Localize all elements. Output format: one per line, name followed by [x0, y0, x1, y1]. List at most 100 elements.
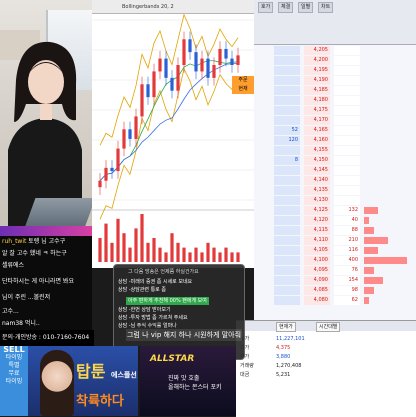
- tab-trade[interactable]: 체결: [278, 2, 294, 13]
- volume-bar: [170, 233, 174, 262]
- order-book-row[interactable]: 4,155: [254, 146, 416, 155]
- order-price[interactable]: 4,145: [304, 166, 330, 175]
- ask-volume: [334, 76, 360, 85]
- order-book-row[interactable]: 4,185: [254, 86, 416, 95]
- ask-volume: [334, 116, 360, 125]
- sell-ad-block[interactable]: SELL 타이밍 특별 무료 타이밍: [0, 346, 28, 416]
- tab-chart[interactable]: 차트: [318, 2, 334, 13]
- order-book-row[interactable]: 4,145: [254, 166, 416, 175]
- order-book-row[interactable]: 4,090 154: [254, 276, 416, 285]
- info-value: 1,270,408: [276, 363, 302, 369]
- order-price[interactable]: 4,115: [304, 226, 330, 235]
- sell-text-5: 타이밍: [5, 378, 23, 385]
- order-price[interactable]: 4,110: [304, 236, 330, 245]
- price-chart-panel[interactable]: Bollingerbands 20, 2 주문 현재: [92, 0, 255, 268]
- candle: [224, 48, 228, 59]
- order-book-row[interactable]: 4,200: [254, 56, 416, 65]
- order-price[interactable]: 4,150: [304, 156, 330, 165]
- order-price[interactable]: 4,080: [304, 296, 330, 305]
- order-book-row[interactable]: 4,175: [254, 106, 416, 115]
- tab-daily[interactable]: 일별: [298, 2, 314, 13]
- tab-current-price[interactable]: 현재가: [276, 322, 296, 332]
- moving-average: [99, 60, 239, 181]
- banner-subtitle: 착륙하다: [76, 394, 124, 409]
- order-price[interactable]: 4,100: [304, 256, 330, 265]
- bid-volume: [274, 96, 300, 105]
- order-book-row[interactable]: 4,080 62: [254, 296, 416, 305]
- order-book-row[interactable]: 4,100 400: [254, 256, 416, 265]
- order-price[interactable]: 4,130: [304, 196, 330, 205]
- order-book-row[interactable]: 4,125 132: [254, 206, 416, 215]
- bid-volume: [274, 66, 300, 75]
- ad-banner[interactable]: SELL 타이밍 특별 무료 타이밍 탑툰 에스플선 착륙하다 ALLSTAR …: [0, 346, 236, 416]
- tab-hoga[interactable]: 호가: [258, 2, 274, 13]
- order-book-row[interactable]: 120 4,160: [254, 136, 416, 145]
- sell-text-4: 무료: [8, 370, 20, 377]
- order-book-row[interactable]: 8 4,150: [254, 156, 416, 165]
- order-book-row[interactable]: 4,130: [254, 196, 416, 205]
- order-book-row[interactable]: 4,180: [254, 96, 416, 105]
- bid-volume: [274, 276, 300, 285]
- order-price[interactable]: 4,205: [304, 46, 330, 55]
- bid-volume: [274, 116, 300, 125]
- order-price[interactable]: 4,195: [304, 66, 330, 75]
- order-price[interactable]: 4,200: [304, 56, 330, 65]
- bid-volume: [274, 256, 300, 265]
- order-price[interactable]: 4,120: [304, 216, 330, 225]
- order-book-row[interactable]: 52 4,165: [254, 126, 416, 135]
- bid-volume: [274, 216, 300, 225]
- order-book-row[interactable]: 4,110 210: [254, 236, 416, 245]
- webcam-keyboard: [24, 198, 92, 228]
- info-tabs: 현재가 시간대별: [236, 321, 416, 332]
- order-price[interactable]: 4,140: [304, 176, 330, 185]
- order-price[interactable]: 4,090: [304, 276, 330, 285]
- order-price[interactable]: 4,190: [304, 76, 330, 85]
- order-price[interactable]: 4,175: [304, 106, 330, 115]
- popup-line: 상담 -투자 방법 좀 가르쳐 주세요: [118, 315, 188, 321]
- order-book-row[interactable]: 4,135: [254, 186, 416, 195]
- order-book-row[interactable]: 4,195: [254, 66, 416, 75]
- order-price[interactable]: 4,105: [304, 246, 330, 255]
- volume-bar: [364, 287, 374, 294]
- volume-bar: [364, 277, 383, 284]
- order-book-row[interactable]: 4,190: [254, 76, 416, 85]
- price-chart[interactable]: [92, 14, 254, 268]
- tab-time[interactable]: 시간대별: [316, 322, 341, 332]
- candle: [206, 58, 210, 78]
- order-price[interactable]: 4,125: [304, 206, 330, 215]
- volume-bar: [364, 227, 374, 234]
- candle: [200, 58, 204, 72]
- order-book-row[interactable]: 4,095 76: [254, 266, 416, 275]
- volume-bar: [364, 257, 407, 264]
- order-price[interactable]: 4,095: [304, 266, 330, 275]
- candle: [176, 65, 180, 91]
- order-book-row[interactable]: 4,085 98: [254, 286, 416, 295]
- volume-bar: [158, 247, 162, 262]
- order-book-row[interactable]: 4,105 116: [254, 246, 416, 255]
- order-price[interactable]: 4,135: [304, 186, 330, 195]
- order-book-row[interactable]: 4,120 40: [254, 216, 416, 225]
- ask-volume: [334, 106, 360, 115]
- price-label-top: 주문: [238, 77, 248, 83]
- candle: [170, 77, 174, 91]
- order-price[interactable]: 4,170: [304, 116, 330, 125]
- ask-volume: 154: [334, 276, 360, 285]
- order-book-row[interactable]: 4,205: [254, 46, 416, 55]
- order-book-row[interactable]: 4,170: [254, 116, 416, 125]
- volume-bar: [224, 247, 228, 262]
- bid-volume: 120: [274, 136, 300, 145]
- candle: [134, 116, 138, 139]
- volume-bar: [364, 247, 378, 254]
- bid-volume: [274, 236, 300, 245]
- order-price[interactable]: 4,160: [304, 136, 330, 145]
- order-book-row[interactable]: 4,115 88: [254, 226, 416, 235]
- order-price[interactable]: 4,165: [304, 126, 330, 135]
- sell-text-3: 특별: [8, 362, 20, 369]
- ask-volume: 116: [334, 246, 360, 255]
- order-price[interactable]: 4,185: [304, 86, 330, 95]
- quote-info-panel: 현재가 시간대별 시가11,227,101고가4,375저가3,880거래량1,…: [236, 320, 416, 417]
- order-book-row[interactable]: 4,140: [254, 176, 416, 185]
- order-price[interactable]: 4,180: [304, 96, 330, 105]
- order-price[interactable]: 4,155: [304, 146, 330, 155]
- order-price[interactable]: 4,085: [304, 286, 330, 295]
